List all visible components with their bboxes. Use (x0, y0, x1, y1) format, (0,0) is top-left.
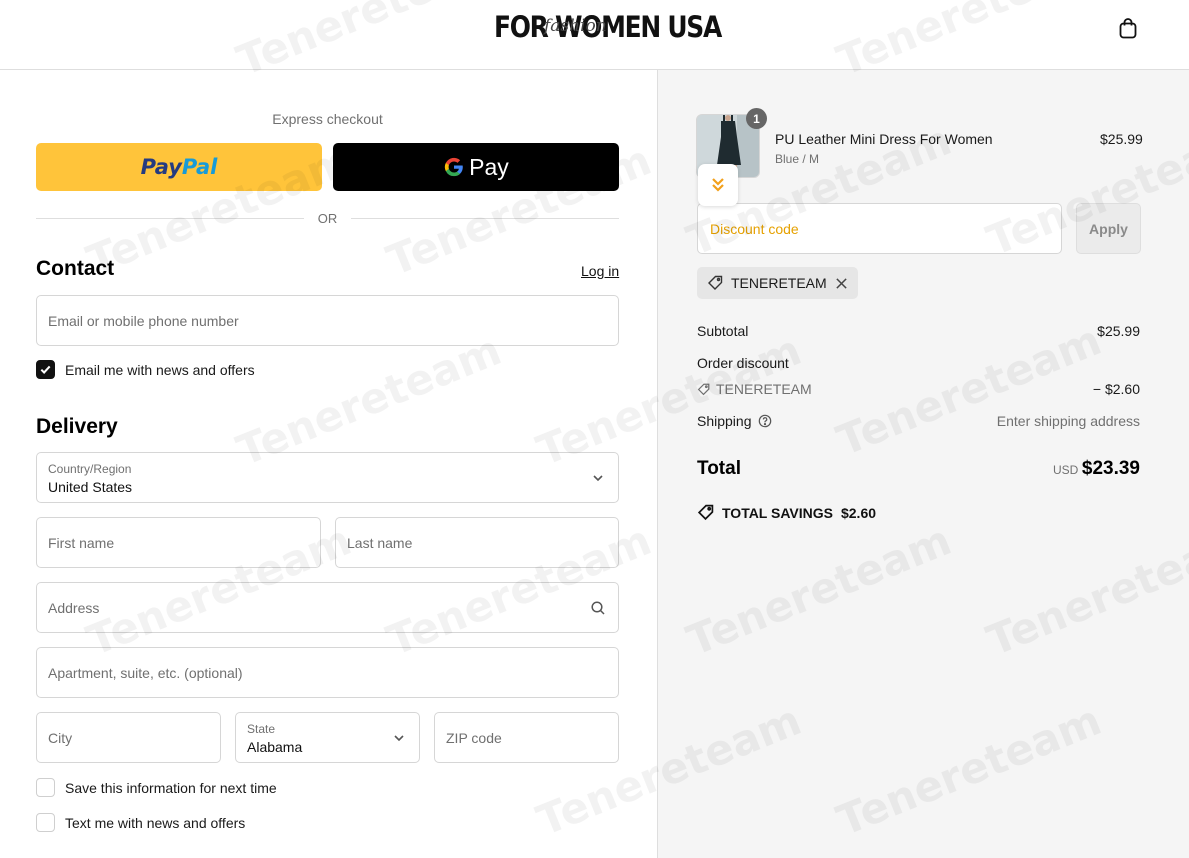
city-field[interactable]: City (36, 712, 221, 763)
subtotal-value: $25.99 (1097, 323, 1140, 339)
delivery-title: Delivery (36, 415, 118, 438)
zip-field[interactable]: ZIP code (434, 712, 619, 763)
first-name-field[interactable]: First name (36, 517, 321, 568)
apartment-placeholder: Apartment, suite, etc. (optional) (48, 664, 243, 681)
checkbox-unchecked[interactable] (36, 813, 55, 832)
tag-icon (708, 275, 723, 290)
product-price: $25.99 (1100, 131, 1143, 147)
checkmark-icon (40, 365, 51, 374)
email-news-label: Email me with news and offers (65, 361, 255, 378)
store-logo[interactable]: FOR WOMEN USA fashion (494, 10, 722, 48)
zip-placeholder: ZIP code (446, 729, 502, 746)
login-link[interactable]: Log in (581, 263, 619, 279)
order-summary: 1 PU Leather Mini Dress For Women Blue /… (657, 70, 1189, 858)
chevron-down-icon (593, 474, 603, 481)
discount-code-row: TENERETEAM (697, 381, 812, 397)
email-placeholder: Email or mobile phone number (48, 312, 239, 329)
savings-label: TOTAL SAVINGS (722, 504, 833, 521)
apply-button[interactable]: Apply (1076, 203, 1141, 254)
close-icon[interactable] (835, 277, 848, 290)
or-divider: OR (36, 210, 619, 228)
google-g-icon (445, 157, 463, 177)
product-name: PU Leather Mini Dress For Women (775, 131, 993, 147)
discount-amount: − $2.60 (1092, 381, 1140, 397)
quantity-badge: 1 (746, 108, 767, 129)
question-circle-icon[interactable] (758, 414, 772, 428)
logo-script: fashion (544, 16, 607, 36)
savings-value: $2.60 (840, 504, 877, 521)
shipping-row: Shipping (697, 413, 772, 429)
total-savings: TOTAL SAVINGS $2.60 (697, 504, 876, 521)
search-icon[interactable] (590, 600, 606, 616)
checkbox-unchecked[interactable] (36, 778, 55, 797)
order-discount-label: Order discount (697, 355, 789, 371)
text-offers-label: Text me with news and offers (65, 814, 246, 831)
discount-code-text: TENERETEAM (716, 381, 812, 397)
save-info-label: Save this information for next time (65, 779, 277, 796)
google-pay-button[interactable]: Pay (333, 143, 619, 191)
state-select[interactable]: State Alabama (235, 712, 420, 763)
shipping-value: Enter shipping address (996, 413, 1140, 429)
product-variant: Blue / M (775, 152, 820, 166)
applied-code-text: TENERETEAM (731, 275, 827, 291)
google-pay-label: Pay (469, 153, 509, 180)
tag-icon (697, 504, 714, 521)
state-label: State (247, 722, 276, 736)
city-placeholder: City (48, 729, 73, 746)
paypal-button[interactable]: PayPal (36, 143, 322, 191)
country-select[interactable]: Country/Region United States (36, 452, 619, 503)
shopping-bag-icon[interactable] (1116, 16, 1140, 40)
shipping-label: Shipping (697, 413, 752, 429)
tag-icon (697, 383, 710, 395)
paypal-logo: PayPal (140, 155, 218, 179)
google-pay-logo: Pay (443, 154, 509, 181)
address-placeholder: Address (48, 599, 100, 616)
last-name-field[interactable]: Last name (335, 517, 619, 568)
country-label: Country/Region (48, 462, 132, 476)
discount-code-field[interactable]: Discount code (697, 203, 1062, 254)
save-info-checkbox[interactable]: Save this information for next time (36, 778, 277, 797)
checkbox-checked[interactable] (36, 360, 55, 379)
country-value: United States (48, 479, 133, 495)
total-value: $23.39 (1081, 458, 1140, 479)
text-offers-checkbox[interactable]: Text me with news and offers (36, 813, 245, 832)
checkout-header: FOR WOMEN USA fashion (0, 0, 1189, 70)
email-field[interactable]: Email or mobile phone number (36, 295, 619, 346)
last-name-placeholder: Last name (347, 534, 413, 551)
applied-code-chip: TENERETEAM (697, 267, 858, 299)
total-label: Total (697, 458, 741, 479)
checkout-form: Express checkout PayPal Pay OR Contact L… (0, 70, 657, 858)
chevron-down-icon (394, 734, 404, 741)
apartment-field[interactable]: Apartment, suite, etc. (optional) (36, 647, 619, 698)
express-checkout-title: Express checkout (272, 111, 383, 127)
double-chevron-down-icon[interactable] (698, 164, 738, 206)
subtotal-label: Subtotal (697, 323, 749, 339)
first-name-placeholder: First name (48, 534, 115, 551)
email-news-checkbox[interactable]: Email me with news and offers (36, 360, 255, 379)
total-currency: USD (1053, 463, 1079, 477)
contact-title: Contact (36, 257, 115, 280)
address-field[interactable]: Address (36, 582, 619, 633)
discount-placeholder: Discount code (710, 221, 799, 237)
state-value: Alabama (247, 739, 303, 755)
or-text: OR (317, 211, 338, 226)
